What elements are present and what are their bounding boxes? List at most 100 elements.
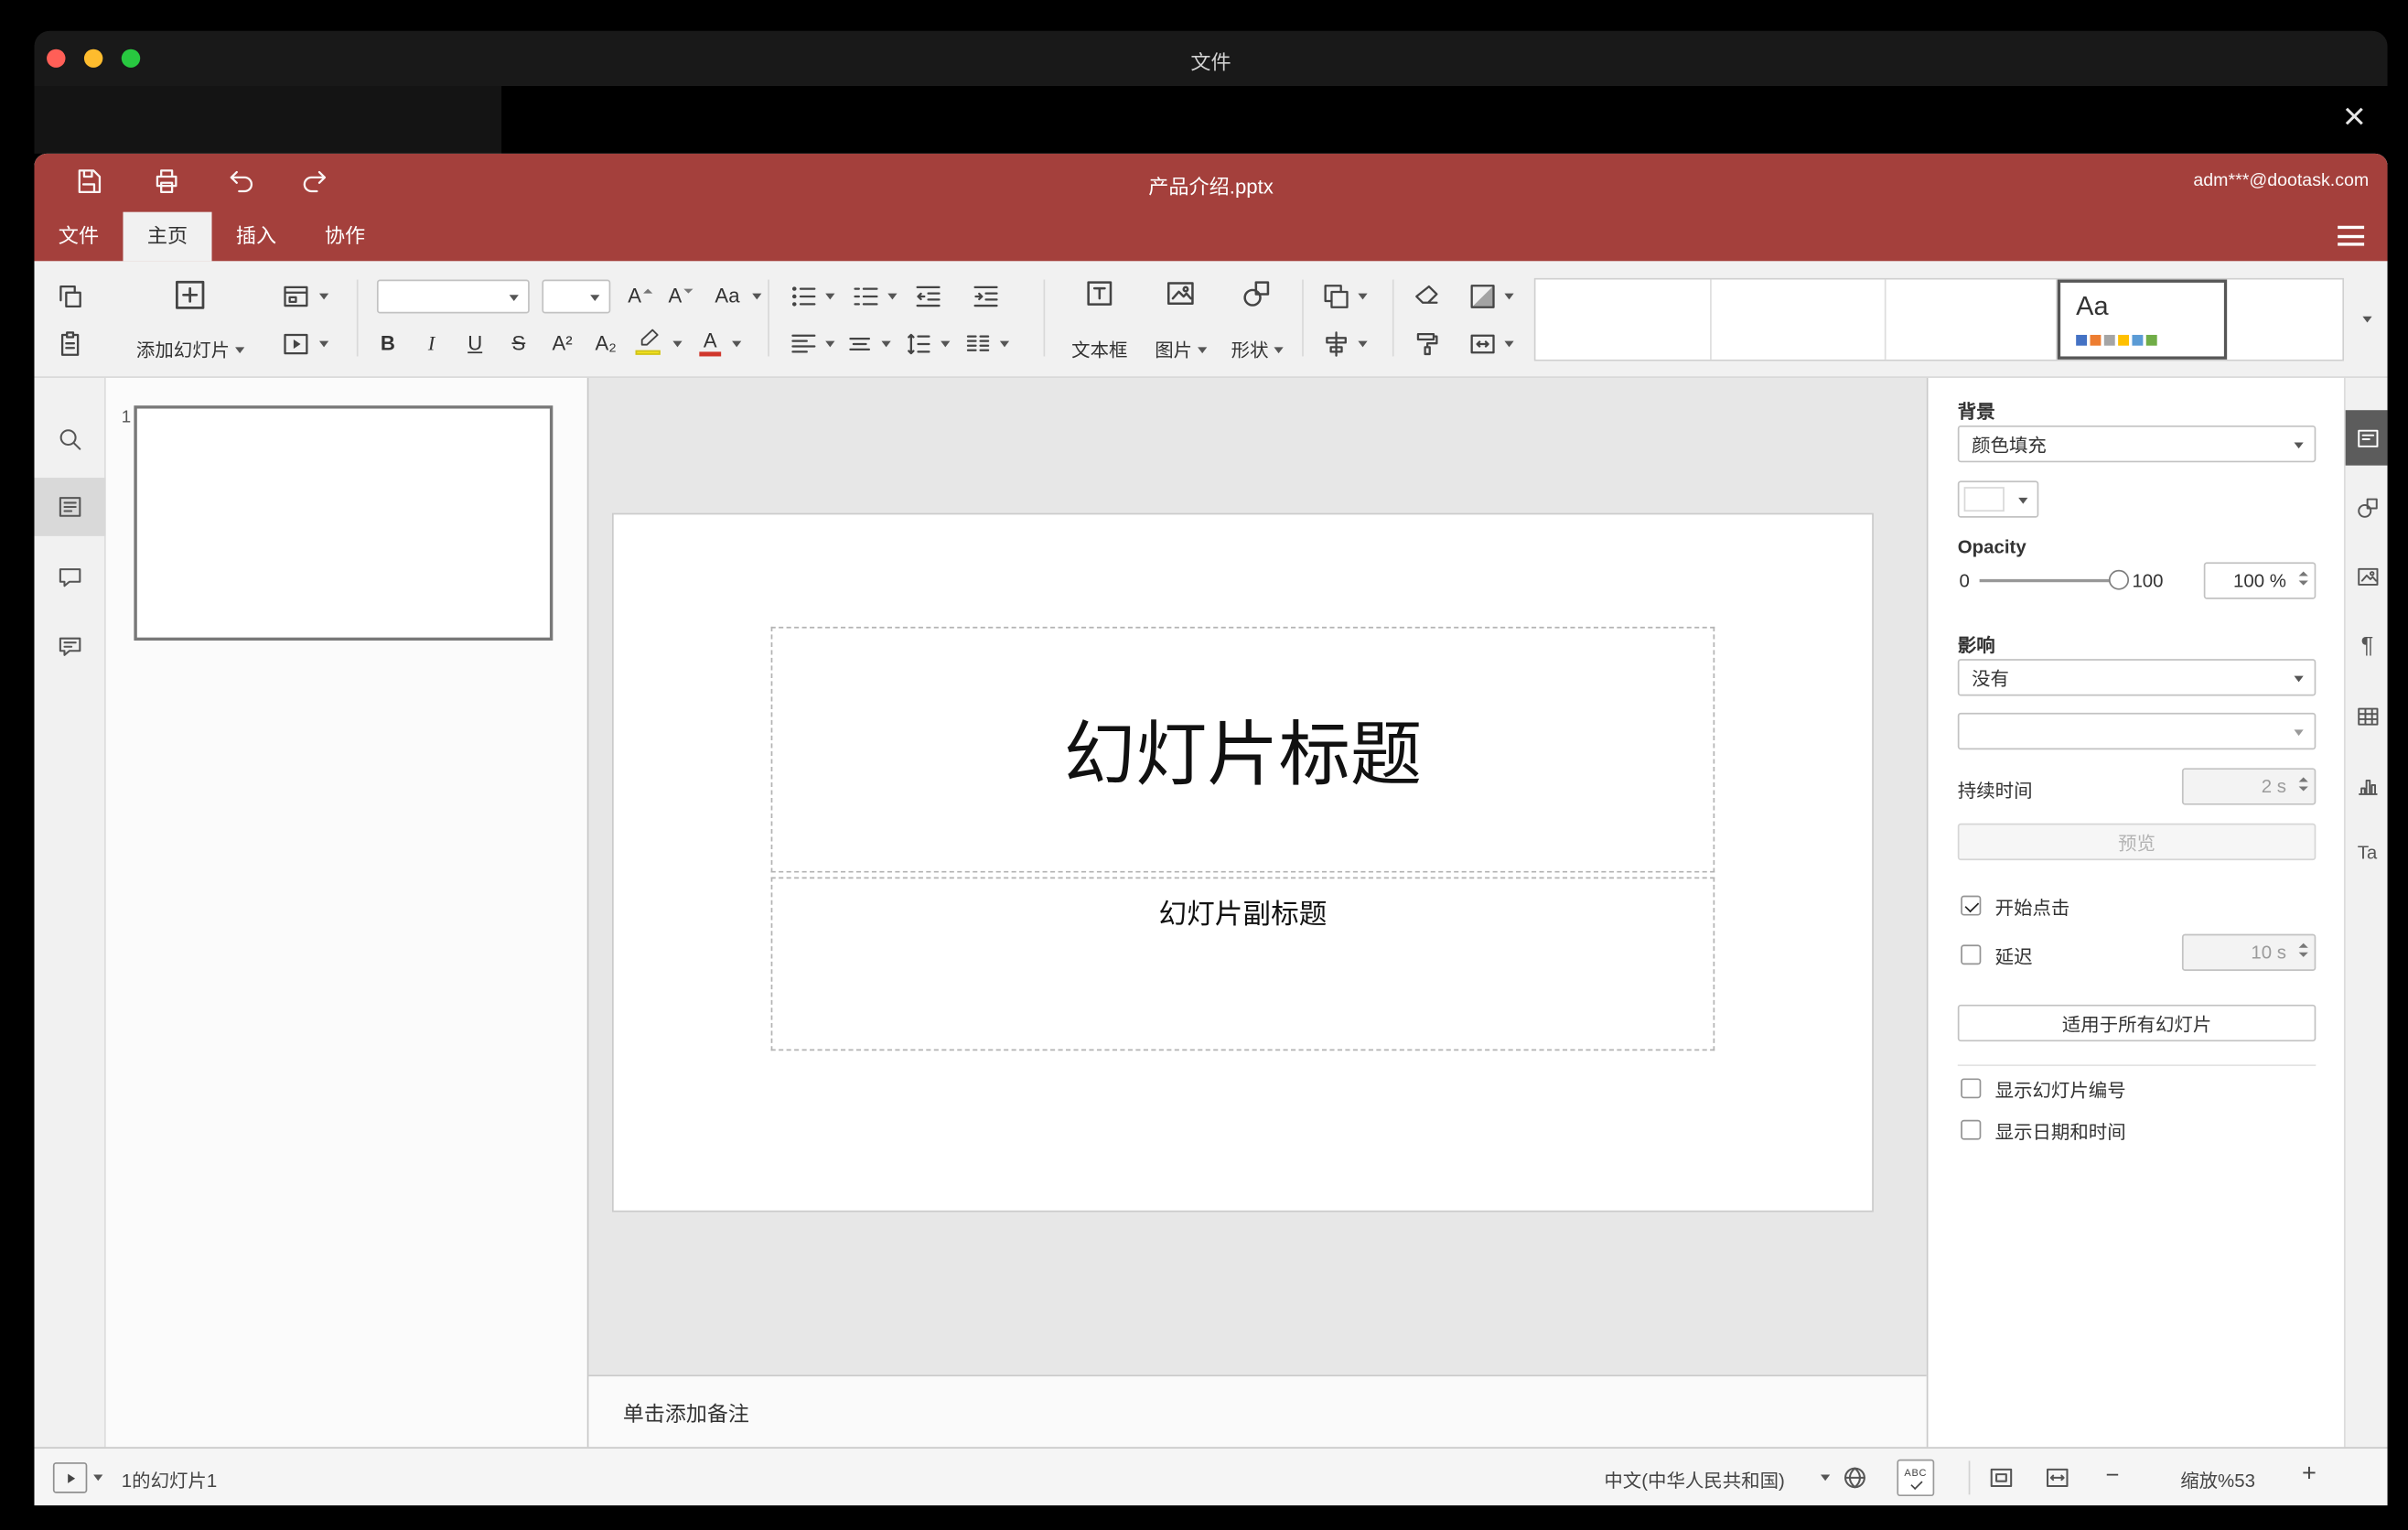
start-slideshow-icon[interactable] bbox=[280, 329, 311, 360]
chevron-down-icon[interactable] bbox=[1504, 340, 1514, 348]
theme-slot[interactable] bbox=[1886, 279, 2058, 360]
show-date-time-checkbox[interactable] bbox=[1961, 1119, 1982, 1140]
bold-button[interactable]: B bbox=[371, 329, 404, 360]
opacity-slider-track[interactable] bbox=[1979, 578, 2120, 583]
font-color-button[interactable]: A bbox=[698, 329, 723, 362]
chevron-down-icon[interactable] bbox=[881, 340, 891, 348]
comments-button[interactable] bbox=[34, 548, 105, 607]
slide-size-icon[interactable] bbox=[1467, 329, 1499, 360]
zoom-out-button[interactable]: − bbox=[2106, 1462, 2120, 1489]
change-case-button[interactable]: Aa bbox=[707, 281, 747, 312]
paragraph-settings-button[interactable]: ¶ bbox=[2346, 618, 2388, 673]
font-name-combo[interactable] bbox=[376, 279, 530, 314]
shape-settings-button[interactable] bbox=[2346, 479, 2388, 534]
line-spacing-icon[interactable] bbox=[903, 329, 934, 360]
spin-up-icon[interactable] bbox=[2298, 571, 2308, 576]
theme-slot[interactable] bbox=[1711, 279, 1887, 360]
align-objects-icon[interactable] bbox=[1321, 329, 1352, 360]
chevron-down-icon[interactable] bbox=[1358, 340, 1368, 348]
tab-insert[interactable]: 插入 bbox=[212, 212, 301, 262]
textart-settings-button[interactable]: Ta bbox=[2346, 824, 2388, 879]
chevron-down-icon[interactable] bbox=[941, 340, 951, 348]
theme-slot[interactable] bbox=[2227, 279, 2343, 360]
delay-input[interactable]: 10 s bbox=[2181, 933, 2317, 971]
opacity-value-input[interactable]: 100 % bbox=[2203, 562, 2317, 599]
show-slide-number-checkbox[interactable] bbox=[1961, 1078, 1982, 1099]
copy-style-icon[interactable] bbox=[1411, 329, 1442, 360]
theme-slot[interactable] bbox=[1535, 279, 1712, 360]
arrange-objects-icon[interactable] bbox=[1321, 281, 1352, 312]
slide-thumbnail[interactable] bbox=[134, 405, 554, 641]
chevron-down-icon[interactable] bbox=[752, 293, 762, 300]
start-on-click-checkbox[interactable] bbox=[1961, 895, 1982, 916]
theme-gallery-expand-button[interactable] bbox=[2353, 278, 2381, 361]
chevron-down-icon[interactable] bbox=[825, 293, 835, 300]
insert-shape-button[interactable]: 形状 bbox=[1221, 274, 1293, 369]
bullet-list-icon[interactable] bbox=[788, 281, 819, 312]
background-fill-select[interactable]: 颜色填充 bbox=[1957, 425, 2317, 463]
start-slideshow-status-button[interactable] bbox=[52, 1462, 88, 1493]
zoom-in-button[interactable]: + bbox=[2302, 1460, 2317, 1488]
search-button[interactable] bbox=[34, 410, 105, 469]
tab-file[interactable]: 文件 bbox=[34, 212, 123, 262]
paste-icon[interactable] bbox=[55, 329, 86, 360]
slide-layout-icon[interactable] bbox=[280, 281, 311, 312]
copy-icon[interactable] bbox=[55, 281, 86, 312]
slide-page[interactable]: 幻灯片标题 幻灯片副标题 bbox=[613, 514, 1873, 1211]
increase-indent-icon[interactable] bbox=[971, 281, 1002, 312]
language-selector[interactable]: 中文(中华人民共和国) bbox=[1604, 1467, 1784, 1493]
clear-style-icon[interactable] bbox=[1411, 281, 1442, 312]
chevron-down-icon[interactable] bbox=[825, 340, 835, 348]
background-color-picker[interactable] bbox=[1957, 480, 2039, 518]
superscript-button[interactable]: A² bbox=[545, 329, 579, 360]
opacity-slider-knob[interactable] bbox=[2108, 569, 2130, 590]
document-language-icon[interactable] bbox=[1841, 1464, 1869, 1492]
chart-settings-button[interactable] bbox=[2346, 758, 2388, 813]
chevron-down-icon[interactable] bbox=[318, 340, 329, 348]
strikethrough-button[interactable]: S bbox=[501, 329, 535, 360]
chevron-down-icon[interactable] bbox=[1820, 1474, 1831, 1482]
apply-to-all-slides-button[interactable]: 适用于所有幻灯片 bbox=[1957, 1004, 2317, 1042]
slides-panel-button[interactable] bbox=[34, 478, 106, 536]
vertical-align-icon[interactable] bbox=[844, 329, 876, 360]
slide-title-placeholder[interactable]: 幻灯片标题 bbox=[770, 626, 1715, 873]
numbered-list-icon[interactable] bbox=[850, 281, 881, 312]
fit-width-icon[interactable] bbox=[2043, 1464, 2071, 1492]
chevron-down-icon[interactable] bbox=[672, 340, 683, 348]
decrease-font-size-button[interactable]: A bbox=[663, 281, 697, 312]
insert-textbox-button[interactable]: 文本框 bbox=[1059, 274, 1141, 369]
tab-collaboration[interactable]: 协作 bbox=[301, 212, 390, 262]
add-slide-button[interactable]: 添加幻灯片 bbox=[118, 274, 262, 369]
spell-check-toggle[interactable]: ABC bbox=[1897, 1459, 1935, 1497]
chevron-down-icon[interactable] bbox=[1504, 293, 1514, 300]
fit-slide-icon[interactable] bbox=[1987, 1464, 2016, 1492]
insert-image-button[interactable]: 图片 bbox=[1146, 274, 1215, 369]
font-size-combo[interactable] bbox=[542, 279, 611, 314]
increase-font-size-button[interactable]: A bbox=[623, 281, 657, 312]
subscript-button[interactable]: A₂ bbox=[588, 329, 622, 360]
spin-down-icon[interactable] bbox=[2298, 580, 2308, 586]
chevron-down-icon[interactable] bbox=[93, 1474, 103, 1482]
chevron-down-icon[interactable] bbox=[999, 340, 1010, 348]
underline-button[interactable]: U bbox=[457, 329, 491, 360]
chevron-down-icon[interactable] bbox=[1358, 293, 1368, 300]
table-settings-button[interactable] bbox=[2346, 688, 2388, 743]
theme-slot-selected[interactable]: Aa bbox=[2057, 279, 2228, 360]
image-settings-button[interactable] bbox=[2346, 548, 2388, 603]
italic-button[interactable]: I bbox=[414, 329, 448, 360]
chevron-down-icon[interactable] bbox=[887, 293, 898, 300]
chevron-down-icon[interactable] bbox=[732, 340, 742, 348]
tab-home[interactable]: 主页 bbox=[123, 211, 212, 262]
slide-settings-button[interactable] bbox=[2345, 410, 2388, 466]
notes-area[interactable]: 单击添加备注 bbox=[588, 1374, 1927, 1448]
horizontal-align-icon[interactable] bbox=[788, 329, 819, 360]
highlight-color-button[interactable] bbox=[635, 326, 667, 362]
slide-subtitle-placeholder[interactable]: 幻灯片副标题 bbox=[770, 877, 1715, 1051]
columns-icon[interactable] bbox=[962, 329, 994, 360]
transition-variant-select[interactable] bbox=[1957, 712, 2317, 750]
decrease-indent-icon[interactable] bbox=[913, 281, 944, 312]
chat-button[interactable] bbox=[34, 618, 105, 676]
duration-input[interactable]: 2 s bbox=[2181, 768, 2317, 805]
shape-fill-icon[interactable] bbox=[1467, 281, 1499, 312]
preview-button[interactable]: 预览 bbox=[1957, 823, 2317, 861]
